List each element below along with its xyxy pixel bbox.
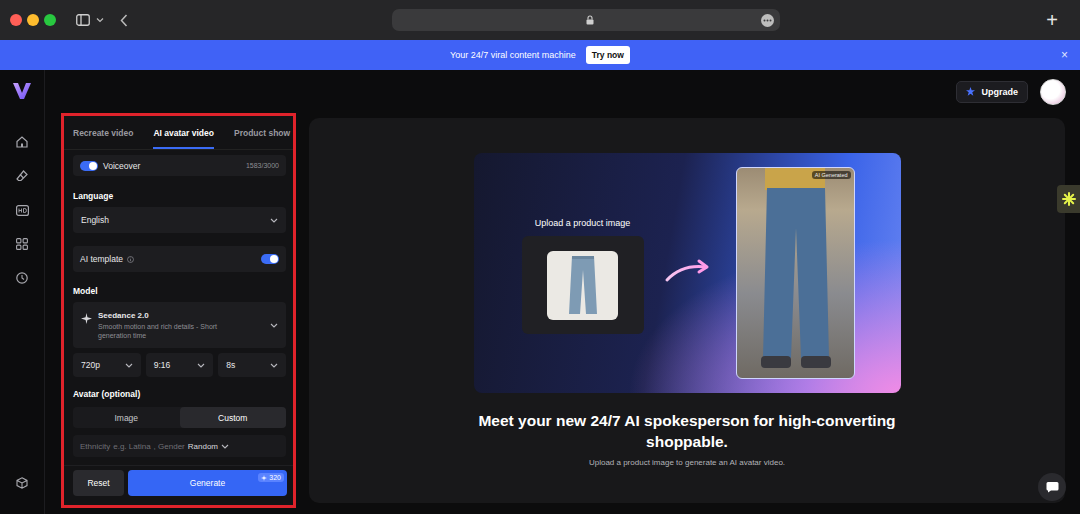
ai-generated-badge: AI Generated <box>812 171 851 179</box>
ai-template-toggle[interactable] <box>261 254 279 264</box>
sparkle-icon <box>1062 192 1076 206</box>
chevron-down-icon <box>270 363 278 368</box>
new-tab-button[interactable]: + <box>1046 10 1068 30</box>
tab-bar: Recreate video AI avatar video Product sho… <box>64 116 293 150</box>
user-avatar[interactable] <box>1040 79 1066 105</box>
home-icon[interactable] <box>16 125 28 159</box>
app: Upgrade Recreate video AI avatar video Pro… <box>0 70 1080 514</box>
chevron-down-icon[interactable] <box>96 17 104 23</box>
option-select[interactable]: 9:16 <box>146 353 214 377</box>
model-icon <box>81 313 92 324</box>
avatar-mode-switch: ImageCustom <box>73 407 286 428</box>
settings-panel: Recreate video AI avatar video Product sho… <box>61 113 296 508</box>
reset-button[interactable]: Reset <box>73 470 124 496</box>
chevron-down-icon <box>197 363 205 368</box>
upload-label: Upload a product image <box>535 218 631 228</box>
gender-value[interactable]: Random <box>188 442 218 451</box>
chat-icon[interactable] <box>1038 473 1066 501</box>
hero-title: Meet your new 24/7 AI spokesperson for h… <box>477 410 897 452</box>
product-image <box>547 251 618 320</box>
avatar-mode[interactable]: Custom <box>180 407 287 428</box>
nav-rail <box>0 70 45 514</box>
generated-photo: AI Generated <box>736 167 855 379</box>
tab[interactable]: Recreate video <box>73 128 133 149</box>
zoom-window-button[interactable] <box>44 14 56 26</box>
sidebar-icon[interactable] <box>76 14 90 26</box>
generate-button[interactable]: Generate 320 <box>128 470 287 496</box>
option-select[interactable]: 8s <box>218 353 286 377</box>
hd-icon[interactable] <box>16 193 29 227</box>
preview-area: Upload a product image AI Generated <box>309 118 1065 503</box>
address-bar[interactable] <box>392 9 780 31</box>
browser-toolbar: + <box>0 0 1080 40</box>
top-bar: Upgrade <box>45 70 1080 113</box>
ai-template-row: AI template <box>73 246 286 272</box>
assistant-tab[interactable] <box>1057 185 1080 213</box>
logo-icon[interactable] <box>13 83 31 103</box>
character-count: 1583/3000 <box>246 162 279 169</box>
star-icon <box>966 87 975 96</box>
chevron-down-icon <box>221 444 229 449</box>
sparkle-icon <box>261 475 267 481</box>
language-select[interactable]: English <box>73 207 286 233</box>
close-window-button[interactable] <box>10 14 22 26</box>
eraser-icon[interactable] <box>16 159 28 193</box>
avatar-mode[interactable]: Image <box>73 407 180 428</box>
chevron-down-icon <box>270 323 278 328</box>
info-icon[interactable] <box>127 256 134 263</box>
model-label: Model <box>73 286 286 296</box>
arrow-icon <box>664 258 712 288</box>
tab[interactable]: Product show <box>234 128 290 149</box>
avatar-attributes-field[interactable]: Ethnicity e.g. Latina , Gender Random <box>73 435 286 457</box>
minimize-window-button[interactable] <box>27 14 39 26</box>
back-icon[interactable] <box>120 14 128 27</box>
avatar-label: Avatar (optional) <box>73 389 286 399</box>
more-icon[interactable] <box>761 14 774 27</box>
credit-cost-badge: 320 <box>258 473 284 482</box>
voiceover-toggle[interactable] <box>80 161 98 171</box>
try-now-button[interactable]: Try now <box>586 46 630 64</box>
model-select[interactable]: Seedance 2.0 Smooth motion and rich deta… <box>73 302 286 348</box>
promo-banner: Your 24/7 viral content machine Try now … <box>0 40 1080 70</box>
chevron-down-icon <box>270 218 278 223</box>
language-label: Language <box>73 191 286 201</box>
upgrade-button[interactable]: Upgrade <box>956 81 1028 103</box>
hero-subtitle: Upload a product image to generate an AI… <box>589 458 785 467</box>
chevron-down-icon <box>125 363 133 368</box>
grid-icon[interactable] <box>16 227 28 261</box>
banner-text: Your 24/7 viral content machine <box>450 50 576 60</box>
banner-close-button[interactable]: × <box>1061 48 1068 62</box>
voiceover-row: Voiceover 1583/3000 <box>73 155 286 176</box>
tab[interactable]: AI avatar video <box>153 128 213 149</box>
product-image-box[interactable] <box>522 236 644 334</box>
box-icon[interactable] <box>16 466 28 500</box>
option-select[interactable]: 720p <box>73 353 141 377</box>
hero-banner: Upload a product image AI Generated <box>474 153 901 393</box>
clock-icon[interactable] <box>16 261 28 295</box>
lock-icon <box>586 11 594 29</box>
